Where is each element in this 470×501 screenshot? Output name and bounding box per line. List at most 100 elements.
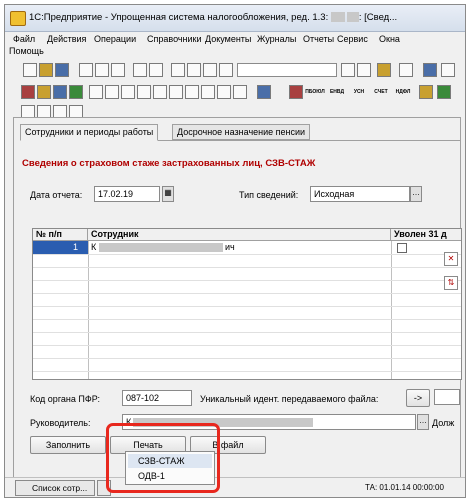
open-folder-icon[interactable] [39,63,53,77]
preview-icon[interactable] [149,63,163,77]
window-title: 1С:Предприятие - Упрощенная система нало… [29,12,397,23]
journal-icon-10[interactable] [233,85,247,99]
doc-icon-3[interactable] [53,85,67,99]
close-icon[interactable]: ✕ [463,44,465,58]
save-icon[interactable] [55,63,69,77]
pboyul-icon[interactable]: ПБОЮЛ [305,85,325,99]
window-title-text: 1С:Предприятие - Упрощенная система нало… [29,12,331,23]
row-divider [33,280,461,281]
schet-icon[interactable]: СЧЕТ [371,85,391,99]
row-divider [33,345,461,346]
title-bar: 1С:Предприятие - Упрощенная система нало… [5,5,465,32]
help-icon[interactable] [377,63,391,77]
menu-help[interactable]: Помощь [9,46,44,56]
redacted-employee-name [99,243,223,252]
journal-icon-9[interactable] [217,85,231,99]
journal-icon-3[interactable] [121,85,135,99]
app-window: 1С:Предприятие - Упрощенная система нало… [4,4,466,498]
calendar-2-icon[interactable] [441,63,455,77]
info-type-label: Тип сведений: [239,190,299,200]
tab-employees[interactable]: Сотрудники и периоды работы [20,124,159,141]
file-id-label: Уникальный идент. передаваемого файла: [200,394,379,404]
row-action-icon[interactable]: ⇅ [444,276,458,290]
delete-row-icon[interactable]: ✕ [444,252,458,266]
usn-icon[interactable]: УСН [349,85,369,99]
doc-icon-4[interactable] [69,85,83,99]
row-divider [33,293,461,294]
menu-actions[interactable]: Действия [47,34,86,44]
journal-icon-8[interactable] [201,85,215,99]
col-dismissed-header[interactable]: Уволен 31 д [391,229,461,241]
col-employee-header[interactable]: Сотрудник [88,229,391,241]
report-date-field[interactable]: 17.02.19 [94,186,160,202]
print-icon[interactable] [133,63,147,77]
redo-icon[interactable] [203,63,217,77]
new-doc-icon[interactable] [23,63,37,77]
position-label: Долж [432,418,455,428]
menu-journals[interactable]: Журналы [257,34,296,44]
head-select-button[interactable]: … [417,414,429,430]
journal-icon-6[interactable] [169,85,183,99]
form-heading: Сведения о страховом стаже застрахованны… [22,158,316,169]
info-type-field[interactable]: Исходная [310,186,410,202]
journal-icon-2[interactable] [105,85,119,99]
doc-icon-2[interactable] [37,85,51,99]
cut-icon[interactable] [79,63,93,77]
row-divider [33,254,461,255]
menu-operations[interactable]: Операции [94,34,136,44]
pfr-code-label: Код органа ПФР: [30,394,100,404]
ndfl-icon[interactable]: НДФЛ [393,85,413,99]
menu-service[interactable]: Сервис [337,34,368,44]
doc-icon-1[interactable] [21,85,35,99]
find-next-icon[interactable] [357,63,371,77]
file-id-button[interactable]: -> [406,389,430,407]
search-combo[interactable] [237,63,337,77]
journal-icon-5[interactable] [153,85,167,99]
paste-icon[interactable] [111,63,125,77]
highlight-annotation [106,423,220,493]
menu-catalogs[interactable]: Справочники [147,34,202,44]
col-number-header[interactable]: № п/п [33,229,88,241]
row-divider [33,319,461,320]
status-bar: Список сотр... ТА: 01.01.14 00:00:00 [5,477,465,497]
tab-early-pension[interactable]: Досрочное назначение пенсии [172,124,311,140]
head-label: Руководитель: [30,418,91,428]
find-icon[interactable] [341,63,355,77]
journal-icon-4[interactable] [137,85,151,99]
undo-icon[interactable] [187,63,201,77]
ta-status: ТА: 01.01.14 00:00:00 [365,483,444,492]
documents-toolbar: ПБОЮЛ ЕНВД УСН СЧЕТ НДФЛ [5,83,465,103]
window-title-suffix: : [Свед... [358,12,398,23]
envd-icon[interactable]: ЕНВД [327,85,347,99]
file-id-field[interactable] [434,389,460,405]
menu-documents[interactable]: Документы [205,34,251,44]
tool-icon[interactable] [399,63,413,77]
info-type-select-button[interactable]: … [410,186,422,202]
menu-reports[interactable]: Отчеты [303,34,334,44]
report-icon[interactable] [289,85,303,99]
standard-toolbar [5,61,465,81]
table-row[interactable]: 1 К ич [33,241,461,254]
green-doc-icon[interactable] [437,85,451,99]
binoculars-icon[interactable] [219,63,233,77]
redacted-title [330,12,345,23]
menu-windows[interactable]: Окна [379,34,400,44]
menu-file[interactable]: Файл [13,34,35,44]
row-employee-start: К [91,242,97,252]
row-number: 1 [73,242,79,252]
dismissed-checkbox[interactable] [397,243,407,253]
calc-icon[interactable] [423,63,437,77]
calendar-picker-icon[interactable]: ▦ [162,186,174,202]
journal-icon-7[interactable] [185,85,199,99]
employees-table[interactable]: № п/п Сотрудник Уволен 31 д 1 К ич [32,228,462,380]
redacted-title-2 [346,12,359,23]
copy-icon[interactable] [95,63,109,77]
journal-icon-1[interactable] [89,85,103,99]
row-divider [33,358,461,359]
calendar-icon[interactable] [171,63,185,77]
task-employees-list[interactable]: Список сотр... [15,480,95,496]
book-icon[interactable] [257,85,271,99]
pfr-code-field[interactable]: 087-102 [122,390,192,406]
fill-button[interactable]: Заполнить [30,436,106,454]
folder-icon[interactable] [419,85,433,99]
